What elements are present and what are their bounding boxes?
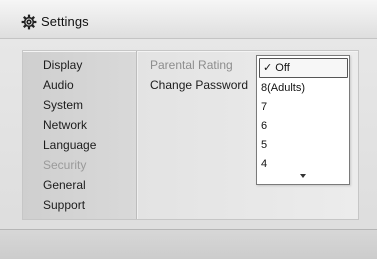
rating-option-7[interactable]: 7 — [261, 98, 267, 116]
panel-divider — [136, 51, 137, 219]
rating-option-5[interactable]: 5 — [261, 136, 267, 154]
sidebar-menu: Display Audio System Network Language Se… — [43, 55, 96, 215]
sidebar-item-language[interactable]: Language — [43, 135, 96, 155]
settings-screen: Settings Display Audio System Network La… — [0, 0, 377, 259]
parental-rating-item[interactable]: Parental Rating — [150, 55, 248, 75]
sidebar-item-system[interactable]: System — [43, 95, 96, 115]
checkmark-icon: ✓ — [263, 62, 273, 74]
rating-option-4[interactable]: 4 — [261, 155, 267, 173]
security-submenu: Parental Rating Change Password — [150, 55, 248, 95]
sidebar-item-display[interactable]: Display — [43, 55, 96, 75]
scroll-down-icon[interactable] — [300, 174, 306, 178]
parental-rating-dropdown[interactable]: ✓ Off 8(Adults) 7 6 5 4 — [256, 55, 350, 185]
page-title: Settings — [41, 14, 89, 29]
sidebar-item-support[interactable]: Support — [43, 195, 96, 215]
rating-option-8[interactable]: 8(Adults) — [261, 79, 305, 97]
rating-option-label: Off — [275, 62, 290, 74]
header-bar: Settings — [0, 0, 377, 39]
gear-icon — [21, 14, 37, 30]
sidebar-item-audio[interactable]: Audio — [43, 75, 96, 95]
sidebar-item-general[interactable]: General — [43, 175, 96, 195]
rating-option-off[interactable]: ✓ Off — [259, 58, 348, 78]
sidebar-item-network[interactable]: Network — [43, 115, 96, 135]
footer-bar — [0, 229, 377, 259]
sidebar-item-security[interactable]: Security — [43, 155, 96, 175]
change-password-item[interactable]: Change Password — [150, 75, 248, 95]
rating-option-6[interactable]: 6 — [261, 117, 267, 135]
